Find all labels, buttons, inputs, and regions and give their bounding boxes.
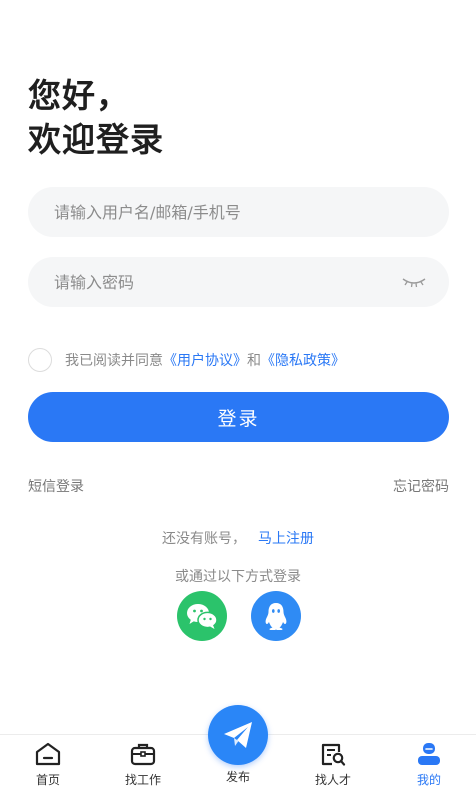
login-button[interactable]: 登录 — [28, 392, 449, 442]
tab-find-job-label: 找工作 — [124, 773, 161, 787]
greeting-line2: 欢迎登录 — [28, 120, 164, 159]
greeting-line1: 您好， — [28, 76, 130, 115]
qq-login-button[interactable] — [251, 591, 301, 641]
briefcase-icon — [130, 743, 156, 766]
user-agreement-link[interactable]: 《用户协议》 — [163, 350, 247, 370]
username-input[interactable] — [54, 202, 423, 222]
resume-search-icon — [321, 743, 346, 766]
tab-find-talent[interactable]: 找人才 — [293, 741, 373, 788]
tab-post[interactable]: 发布 — [198, 768, 278, 785]
tab-mine[interactable]: 我的 — [389, 741, 469, 788]
privacy-policy-link[interactable]: 《隐私政策》 — [261, 350, 345, 370]
tab-post-label: 发布 — [225, 770, 250, 784]
sms-login-link[interactable]: 短信登录 — [28, 476, 84, 496]
tab-find-job[interactable]: 找工作 — [103, 741, 183, 788]
other-login-methods-label: 或通过以下方式登录 — [175, 569, 301, 585]
agreement-row: 我已阅读并同意 《用户协议》 和 《隐私政策》 — [28, 348, 345, 372]
username-field[interactable] — [28, 187, 449, 237]
password-field[interactable] — [28, 257, 449, 307]
agreement-checkbox[interactable] — [28, 348, 52, 372]
paper-plane-icon — [224, 722, 252, 748]
tab-find-talent-label: 找人才 — [314, 773, 351, 787]
agreement-prefix: 我已阅读并同意 — [65, 353, 163, 369]
wechat-login-button[interactable] — [177, 591, 227, 641]
register-link[interactable]: 马上注册 — [258, 531, 314, 547]
agreement-and: 和 — [247, 353, 261, 369]
wechat-icon — [187, 604, 218, 629]
greeting-title: 您好， 欢迎登录 — [28, 74, 164, 162]
password-input[interactable] — [54, 272, 423, 292]
tab-mine-label: 我的 — [416, 773, 441, 787]
register-prompt: 还没有账号， — [162, 531, 246, 547]
register-row: 还没有账号， 马上注册 — [0, 528, 476, 548]
forgot-password-link[interactable]: 忘记密码 — [393, 476, 449, 496]
tab-home-label: 首页 — [35, 773, 60, 787]
post-button[interactable] — [208, 705, 268, 765]
home-icon — [35, 742, 61, 766]
tab-home[interactable]: 首页 — [8, 741, 88, 788]
eye-closed-icon[interactable] — [401, 275, 427, 289]
qq-icon — [265, 603, 287, 630]
user-icon — [418, 743, 440, 765]
